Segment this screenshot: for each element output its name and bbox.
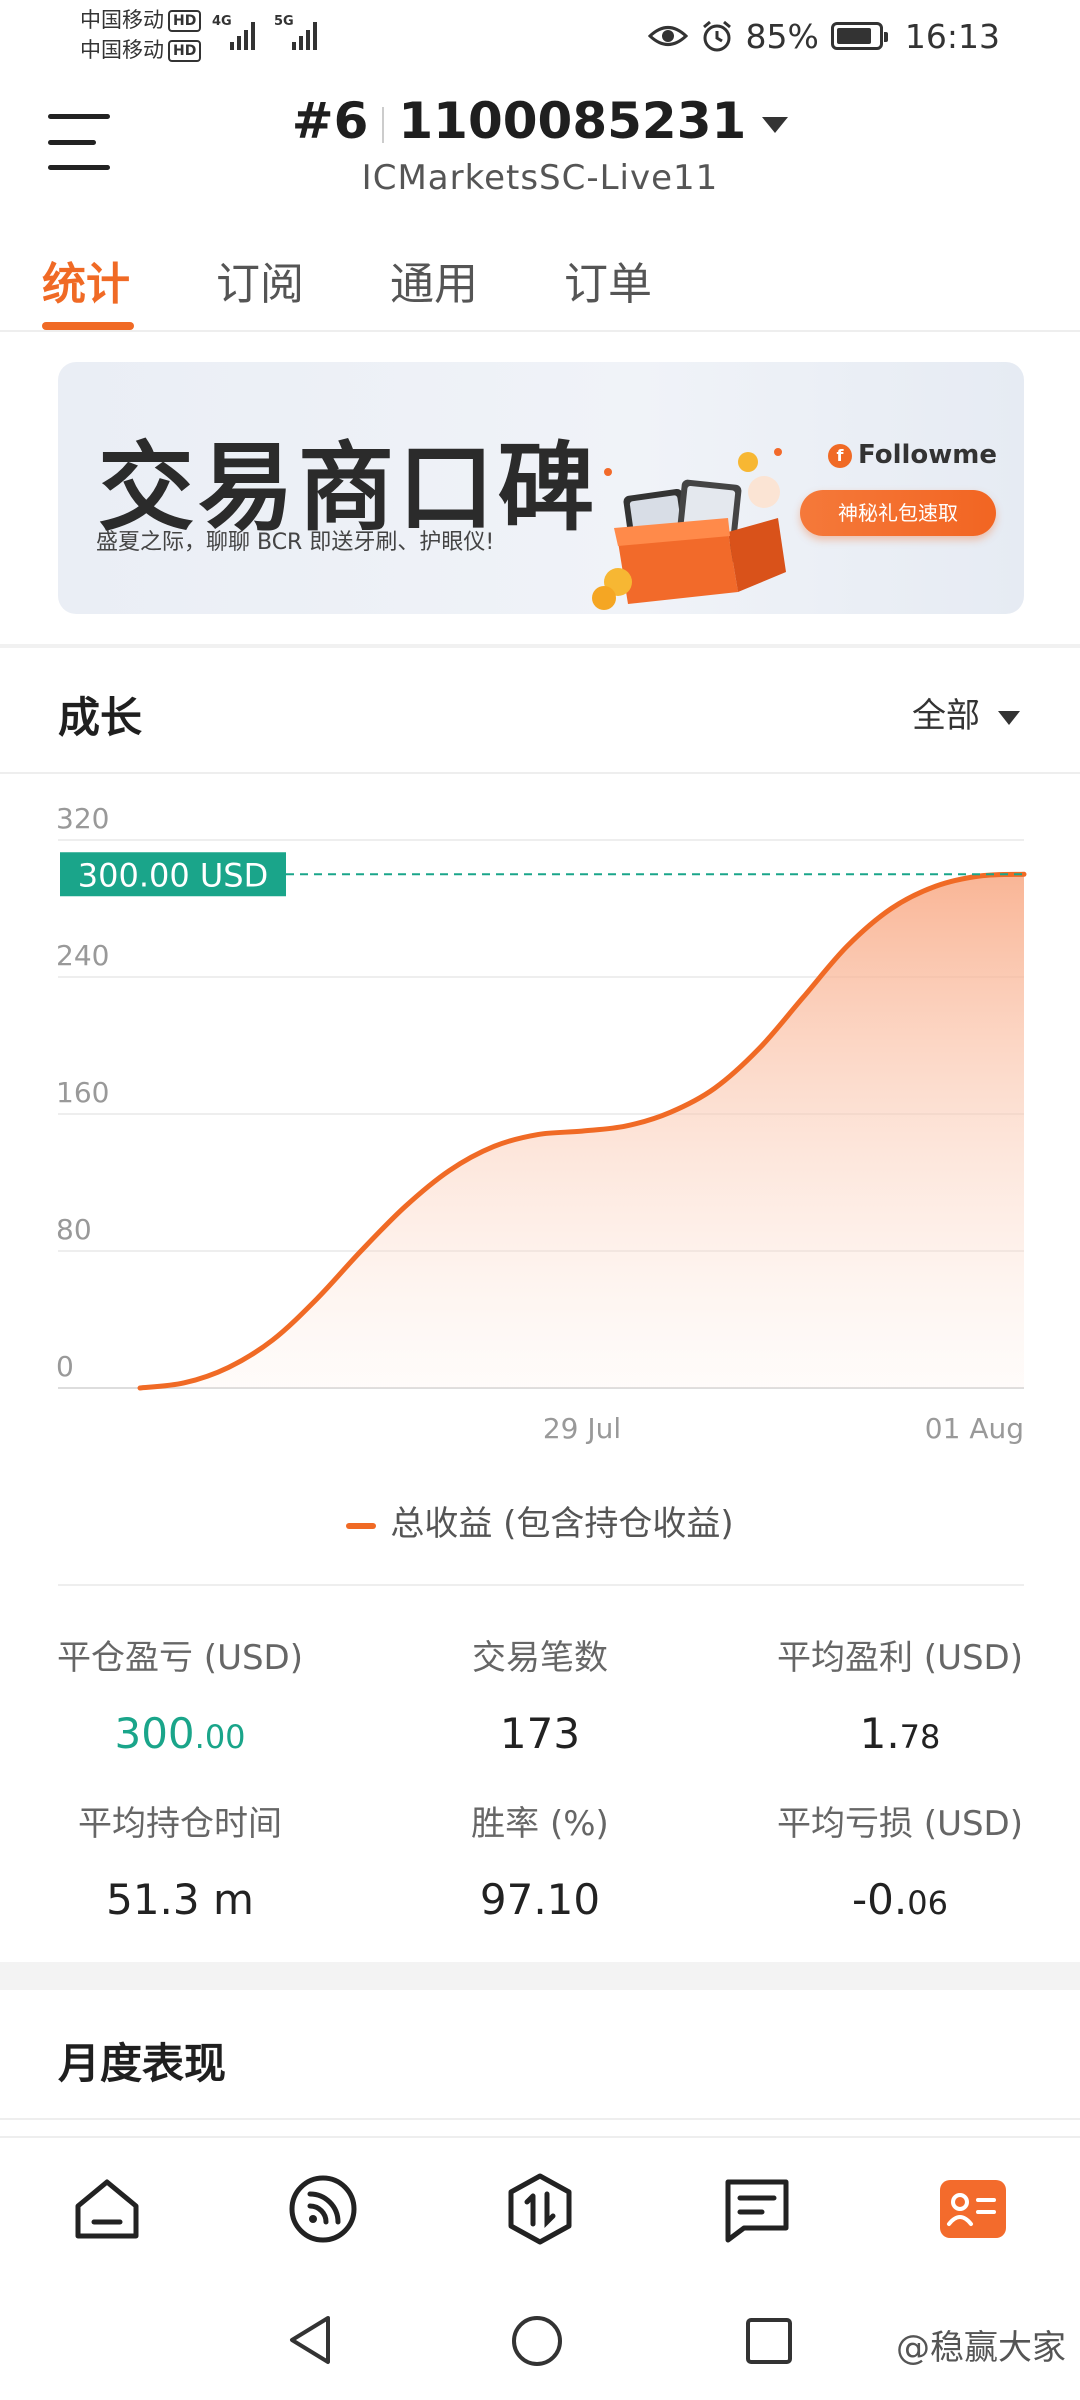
y-tick-label: 80 <box>56 1213 92 1246</box>
status-bar: 中国移动 HD 中国移动 HD 4G 5G 85% 16:13 <box>0 0 1080 74</box>
carrier-2-label: 中国移动 <box>80 38 164 62</box>
stat-value-int: 300 <box>114 1709 195 1758</box>
stat-value: 173 <box>360 1709 720 1758</box>
section-spacer <box>0 1962 1080 1990</box>
legend-label: 总收益 (包含持仓收益) <box>390 1504 734 1544</box>
stat-label: 交易笔数 <box>472 1638 608 1678</box>
carrier-2: 中国移动 HD <box>80 36 202 64</box>
x-tick-label: 29 Jul <box>543 1412 621 1445</box>
hd-badge: HD <box>168 40 202 62</box>
stat-value-int: 1. <box>859 1709 900 1758</box>
stat-label: 平均持仓时间 <box>78 1804 282 1844</box>
y-tick-label: 160 <box>56 1076 109 1109</box>
app-header: #6 1100085231 ICMarketsSC-Live11 <box>0 80 1080 210</box>
stat-value: 1.78 <box>720 1709 1080 1758</box>
eye-icon <box>647 26 688 46</box>
account-prefix: #6 <box>291 92 369 150</box>
signal-icon <box>292 16 317 50</box>
battery-percent: 85% <box>745 16 819 56</box>
section-divider <box>0 644 1080 648</box>
chart-legend: 总收益 (包含持仓收益) <box>0 1496 1080 1545</box>
stat-value-dec: .00 <box>194 1718 246 1756</box>
growth-title: 成长 <box>58 693 143 742</box>
carrier-1-label: 中国移动 <box>80 8 164 32</box>
range-label: 全部 <box>912 696 980 736</box>
stat-value-int: 97.10 <box>479 1875 601 1924</box>
range-dropdown[interactable]: 全部 <box>912 688 1020 737</box>
hd-badge: HD <box>168 10 202 32</box>
account-selector[interactable]: #6 1100085231 <box>0 92 1080 150</box>
stat-avg-profit: 平均盈利 (USD) 1.78 <box>720 1630 1080 1758</box>
legend-swatch <box>346 1522 377 1529</box>
status-right: 85% 16:13 <box>647 14 1000 58</box>
gift-box-icon <box>592 448 786 610</box>
account-number: 1100085231 <box>398 92 747 150</box>
tab-subscriptions[interactable]: 订阅 <box>216 248 304 312</box>
stat-label: 胜率 (%) <box>471 1804 609 1844</box>
divider <box>0 772 1080 774</box>
tab-statistics[interactable]: 统计 <box>42 248 130 312</box>
monthly-title: 月度表现 <box>58 2039 227 2088</box>
home-icon[interactable] <box>70 2172 144 2246</box>
trade-icon[interactable] <box>503 2172 577 2246</box>
y-tick-label: 320 <box>56 802 109 835</box>
stat-value-int: -0. <box>852 1875 908 1924</box>
gift-claim-button[interactable]: 神秘礼包速取 <box>800 490 996 536</box>
network-4g-label: 4G <box>212 14 232 29</box>
stat-value: 51.3 m <box>0 1875 360 1924</box>
brand-followme: f Followme <box>828 440 997 470</box>
clock: 16:13 <box>904 16 1000 56</box>
stat-value-int: 51.3 m <box>106 1875 254 1924</box>
network-5g-label: 5G <box>274 14 294 29</box>
carrier-1: 中国移动 HD <box>80 6 202 34</box>
brand-label: Followme <box>858 440 998 470</box>
tab-bar: 统计 订阅 通用 订单 <box>0 240 1080 332</box>
promo-banner[interactable]: 交易商口碑 盛夏之际，聊聊 BCR 即送牙刷、护眼仪! f Followme 神秘… <box>58 362 1024 614</box>
stat-avg-loss: 平均亏损 (USD) -0.06 <box>720 1796 1080 1924</box>
stat-value-dec: 78 <box>899 1718 941 1756</box>
watermark: @稳赢大家 <box>896 2328 1066 2368</box>
divider <box>58 1584 1024 1586</box>
stat-label: 平均亏损 (USD) <box>777 1804 1023 1844</box>
followme-logo-icon: f <box>828 443 852 468</box>
active-tab-indicator <box>42 322 134 330</box>
stat-avg-hold-time: 平均持仓时间 51.3 m <box>0 1796 360 1924</box>
separator <box>382 106 385 143</box>
stat-label: 平均盈利 (USD) <box>777 1638 1023 1678</box>
home-circle-icon[interactable] <box>510 2314 564 2368</box>
message-icon[interactable] <box>720 2172 794 2246</box>
current-value-label: 300.00 USD <box>78 856 269 894</box>
server-name: ICMarketsSC-Live11 <box>361 158 719 198</box>
y-tick-label: 240 <box>56 939 109 972</box>
y-tick-label: 0 <box>56 1350 74 1383</box>
stat-value: -0.06 <box>720 1875 1080 1924</box>
caret-down-icon <box>998 710 1020 725</box>
stat-value: 300.00 <box>0 1709 360 1758</box>
divider <box>0 2118 1080 2120</box>
stat-value-dec: 06 <box>907 1884 948 1922</box>
stat-win-rate: 胜率 (%) 97.10 <box>360 1796 720 1924</box>
stat-closed-pnl: 平仓盈亏 (USD) 300.00 <box>0 1630 360 1758</box>
tab-orders[interactable]: 订单 <box>564 248 652 312</box>
stat-value-int: 173 <box>499 1709 581 1758</box>
alarm-icon <box>702 20 731 52</box>
signal-icon <box>230 16 255 50</box>
tab-general[interactable]: 通用 <box>390 248 478 312</box>
feed-icon[interactable] <box>286 2172 360 2246</box>
stat-value: 97.10 <box>360 1875 720 1924</box>
recents-icon[interactable] <box>744 2316 794 2366</box>
battery-icon <box>830 22 888 50</box>
bottom-nav <box>0 2136 1080 2276</box>
caret-down-icon <box>762 116 789 133</box>
stat-trade-count: 交易笔数 173 <box>360 1630 720 1758</box>
account-card-icon[interactable] <box>936 2172 1010 2246</box>
stat-label: 平仓盈亏 (USD) <box>57 1638 303 1678</box>
back-icon[interactable] <box>284 2312 334 2368</box>
banner-subtitle: 盛夏之际，聊聊 BCR 即送牙刷、护眼仪! <box>96 530 495 555</box>
x-tick-label: 01 Aug <box>925 1412 1024 1445</box>
growth-chart: 320 240 160 80 0 300.00 USD 29 Jul 01 Aug <box>56 802 1027 1445</box>
